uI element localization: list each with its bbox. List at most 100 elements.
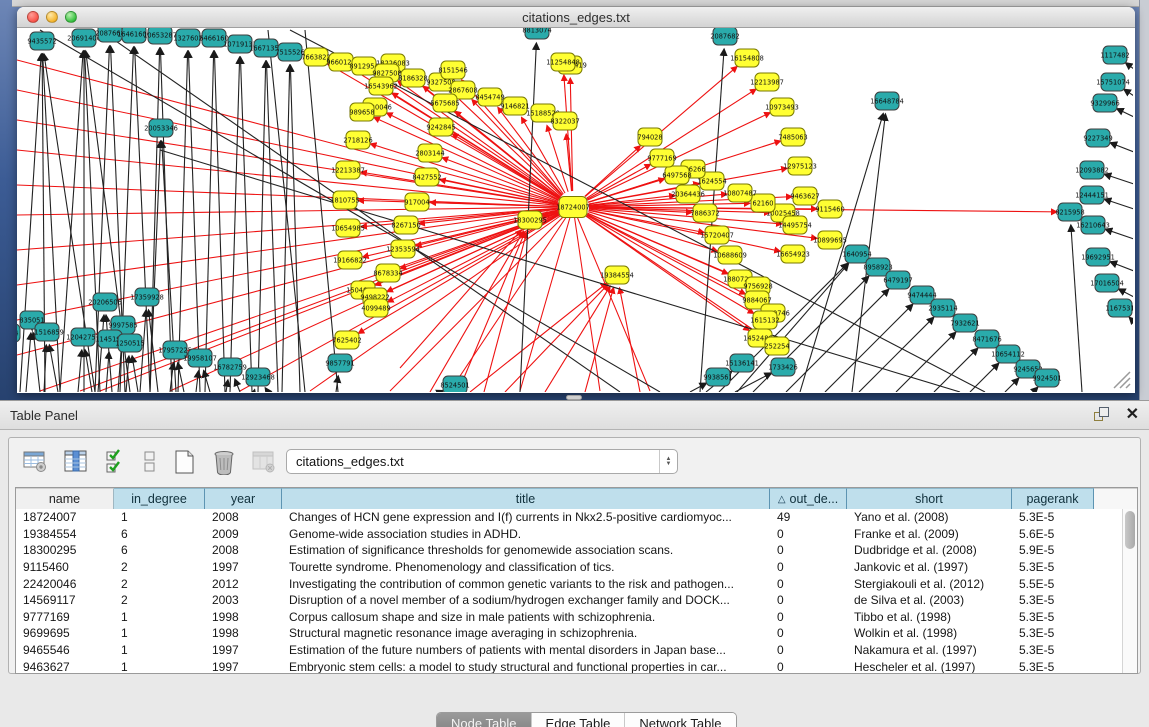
table-cell[interactable]: 0 — [770, 542, 847, 559]
network-node[interactable]: 9242845 — [426, 118, 455, 136]
table-settings-icon[interactable] — [21, 448, 51, 476]
network-node[interactable]: 1167531 — [1105, 299, 1133, 317]
network-node[interactable]: 10973493 — [765, 98, 799, 116]
table-cell[interactable]: Tourette syndrome. Phenomenology and cla… — [282, 559, 770, 576]
network-node[interactable]: 19166822 — [333, 251, 367, 269]
network-node[interactable]: 19384554 — [600, 266, 634, 284]
network-node[interactable]: 6479197 — [883, 271, 912, 289]
network-node[interactable]: 17359928 — [130, 288, 164, 306]
network-node[interactable]: 1810755 — [330, 191, 359, 209]
table-cell[interactable]: 2008 — [205, 542, 282, 559]
tab-network-table[interactable]: Network Table — [625, 713, 735, 727]
table-cell[interactable]: 1 — [114, 509, 205, 526]
network-node[interactable]: 9938561 — [703, 368, 732, 386]
table-cell[interactable]: 1997 — [205, 658, 282, 674]
network-node[interactable]: 12213387 — [331, 161, 365, 179]
table-cell[interactable]: 2 — [114, 592, 205, 609]
table-cell[interactable]: 5.5E-5 — [1012, 575, 1094, 592]
table-row[interactable]: 946554611997Estimation of the future num… — [16, 642, 1137, 659]
network-node[interactable]: 2803144 — [415, 144, 444, 162]
network-node[interactable]: 20364436 — [671, 185, 705, 203]
table-cell[interactable]: Hescheler et al. (1997) — [847, 658, 1012, 674]
column-header-year[interactable]: year — [205, 488, 282, 509]
table-cell[interactable]: Estimation of the future numbers of pati… — [282, 642, 770, 659]
network-node[interactable]: 794028 — [637, 128, 662, 146]
table-row[interactable]: 1938455462009Genome-wide association stu… — [16, 526, 1137, 543]
table-scrollbar[interactable] — [1122, 509, 1137, 674]
table-cell[interactable]: 1 — [114, 609, 205, 626]
network-node[interactable]: 8322037 — [550, 112, 579, 130]
float-panel-icon[interactable] — [1094, 407, 1112, 423]
table-cell[interactable]: 5.9E-5 — [1012, 542, 1094, 559]
column-header-name[interactable]: name — [16, 488, 114, 509]
network-node[interactable]: 2087682 — [710, 28, 739, 45]
table-cell[interactable]: 1 — [114, 642, 205, 659]
network-node[interactable]: 7886372 — [690, 204, 719, 222]
table-cell[interactable]: Embryonic stem cells: a model to study s… — [282, 658, 770, 674]
network-node[interactable]: 8524501 — [440, 376, 469, 392]
table-cell[interactable]: 0 — [770, 609, 847, 626]
network-node[interactable]: 10807487 — [723, 184, 757, 202]
network-node[interactable]: 20053346 — [144, 119, 178, 137]
table-cell[interactable]: 0 — [770, 526, 847, 543]
column-header-title[interactable]: title — [282, 488, 770, 509]
network-node[interactable]: 9329966 — [1090, 94, 1119, 112]
table-cell[interactable]: 1998 — [205, 609, 282, 626]
table-cell[interactable]: 5.3E-5 — [1012, 658, 1094, 674]
table-cell[interactable]: Disruption of a novel member of a sodium… — [282, 592, 770, 609]
column-header-in-degree[interactable]: in_degree — [114, 488, 205, 509]
network-node[interactable]: 12923468 — [241, 368, 275, 386]
network-node[interactable]: 9777169 — [647, 149, 676, 167]
table-cell[interactable]: 9115460 — [16, 559, 114, 576]
table-cell[interactable]: Jankovic et al. (1997) — [847, 559, 1012, 576]
network-node[interactable]: 10899695 — [813, 231, 847, 249]
table-cell[interactable]: Dudbridge et al. (2008) — [847, 542, 1012, 559]
network-node[interactable]: 12353594 — [386, 240, 420, 258]
table-scrollbar-thumb[interactable] — [1125, 511, 1135, 549]
table-cell[interactable]: 0 — [770, 592, 847, 609]
network-node[interactable]: 12093882 — [1075, 161, 1109, 179]
network-node[interactable]: 10654985 — [331, 219, 365, 237]
table-cell[interactable]: 6 — [114, 542, 205, 559]
network-node[interactable]: 9463627 — [790, 187, 819, 205]
table-cell[interactable]: 1 — [114, 625, 205, 642]
network-node[interactable]: 7515526 — [275, 43, 304, 61]
network-node[interactable]: 16210643 — [1076, 216, 1110, 234]
network-node[interactable]: 8813074 — [522, 28, 551, 39]
table-cell[interactable]: 2 — [114, 559, 205, 576]
network-node[interactable]: 8267150 — [391, 216, 420, 234]
table-cell[interactable]: 5.6E-5 — [1012, 526, 1094, 543]
table-cell[interactable]: 9465546 — [16, 642, 114, 659]
network-node[interactable]: 17016504 — [1090, 274, 1124, 292]
table-cell[interactable]: Corpus callosum shape and size in male p… — [282, 609, 770, 626]
row-height-icon[interactable] — [141, 448, 159, 476]
tab-edge-table[interactable]: Edge Table — [532, 713, 626, 727]
network-node[interactable]: 12444151 — [1075, 186, 1109, 204]
network-view-window[interactable]: citations_edges.txt 18724007766382296601… — [17, 7, 1135, 393]
network-node[interactable]: 8427552 — [412, 168, 441, 186]
network-graph[interactable]: 1872400776638229660124891295418226083982… — [17, 28, 1133, 392]
network-node[interactable]: 7932621 — [950, 314, 979, 332]
table-cell[interactable]: 18300295 — [16, 542, 114, 559]
table-row[interactable]: 1456911722003Disruption of a novel membe… — [16, 592, 1137, 609]
table-cell[interactable]: Changes of HCN gene expression and I(f) … — [282, 509, 770, 526]
table-cell[interactable]: 1 — [114, 658, 205, 674]
network-node[interactable]: 19958107 — [183, 349, 217, 367]
table-cell[interactable]: 6 — [114, 526, 205, 543]
network-node[interactable]: 5675685 — [430, 94, 459, 112]
network-node[interactable]: 39154 — [17, 324, 20, 342]
table-cell[interactable]: Genome-wide association studies in ADHD. — [282, 526, 770, 543]
network-node[interactable]: 1327602 — [173, 29, 202, 47]
network-node[interactable]: 18300295 — [513, 211, 547, 229]
network-node[interactable]: 11516859 — [30, 323, 64, 341]
table-cell[interactable]: 1997 — [205, 642, 282, 659]
network-table-select[interactable]: citations_edges.txt ▲▼ — [286, 449, 678, 474]
network-node[interactable]: 7625402 — [332, 331, 361, 349]
table-cell[interactable]: 2 — [114, 575, 205, 592]
network-node[interactable]: 18724007 — [556, 197, 590, 218]
network-node[interactable]: 9857791 — [325, 354, 354, 372]
network-node[interactable]: 2935114 — [928, 299, 957, 317]
network-node[interactable]: 8471676 — [972, 330, 1001, 348]
panel-splitter-handle[interactable] — [566, 395, 582, 400]
table-cell[interactable]: 0 — [770, 559, 847, 576]
